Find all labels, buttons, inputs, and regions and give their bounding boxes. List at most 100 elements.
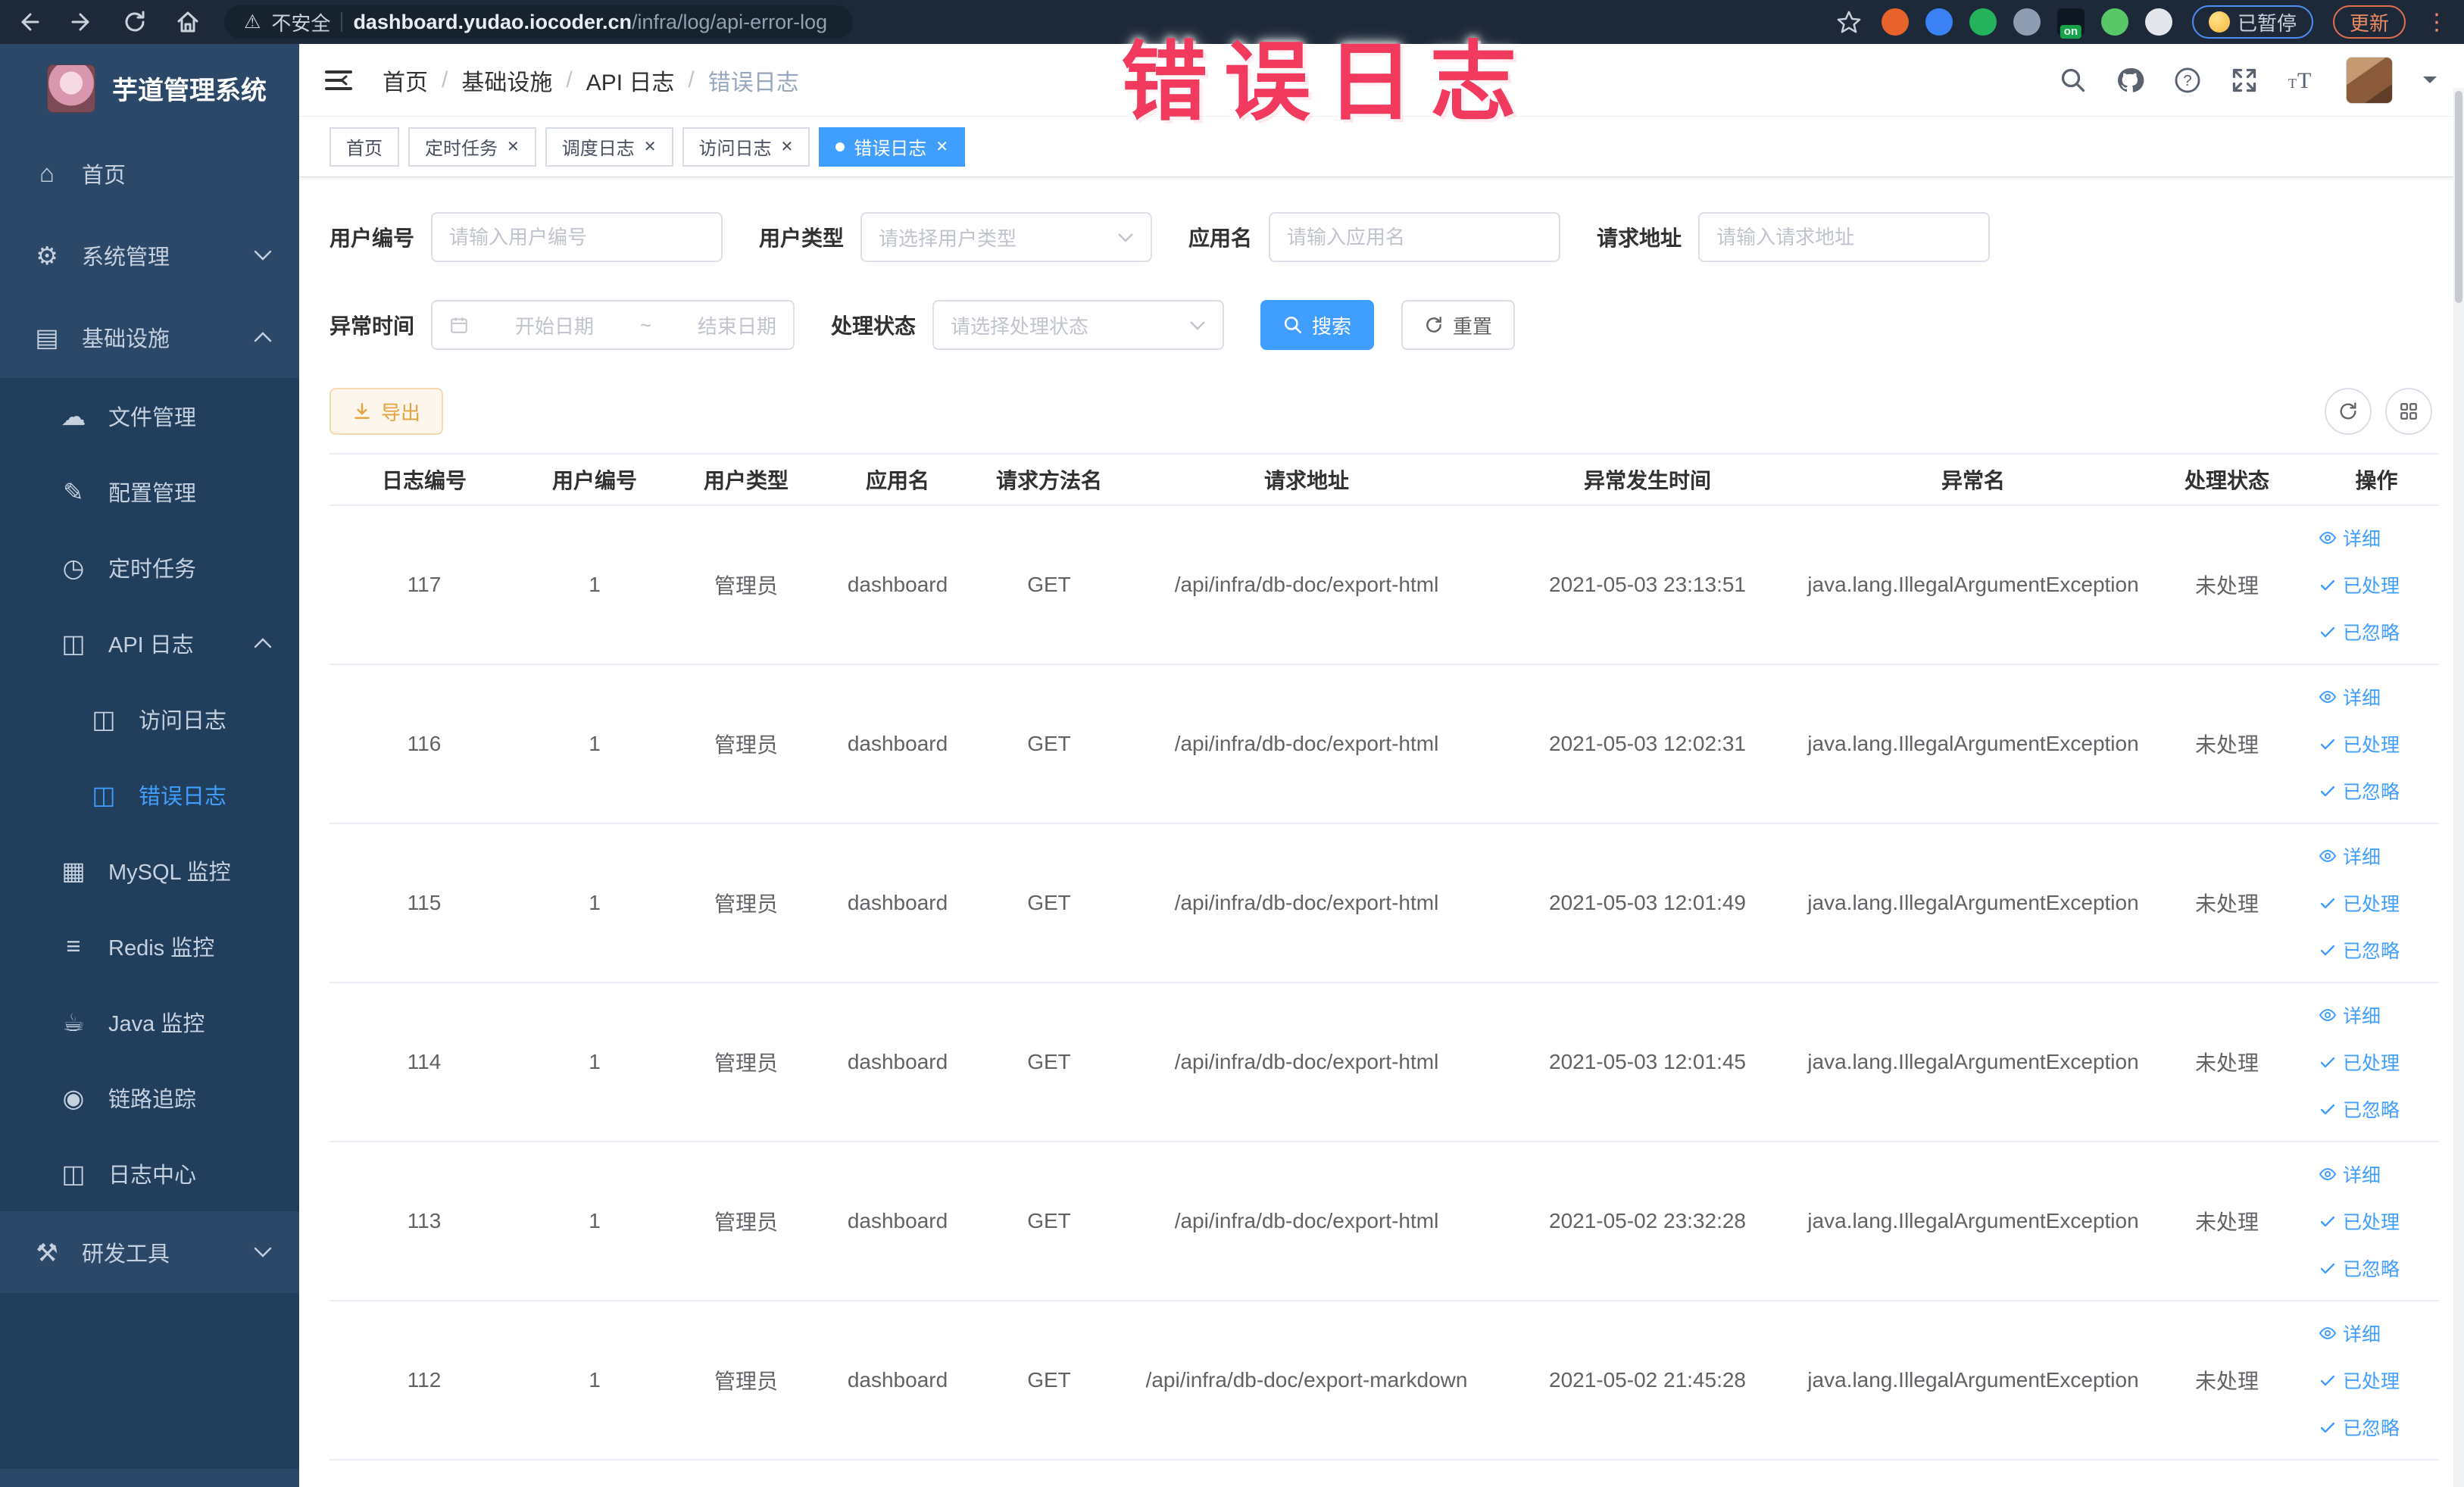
check-icon [2320,1216,2335,1227]
sidebar-item-0[interactable]: ⌂ 首页 [0,133,299,214]
address-bar[interactable]: ⚠ 不安全 dashboard.yudao.iocoder.cn/infra/l… [224,5,853,39]
browser-reload-icon[interactable] [120,7,150,37]
column-settings-button[interactable] [2385,388,2432,435]
sidebar-item-3[interactable]: ☁ 文件管理 [0,378,299,454]
detail-link[interactable]: 详细 [2319,842,2381,870]
mark-ignored-link[interactable]: 已忽略 [2319,777,2400,804]
mark-ignored-link[interactable]: 已忽略 [2319,936,2400,964]
browser-menu-icon[interactable]: ⋮ [2425,9,2449,36]
process-status-select[interactable]: 请选择处理状态 [932,300,1225,350]
redis-icon: ≡ [66,932,81,960]
reset-button[interactable]: 重置 [1401,300,1516,350]
extension-on-badge-icon[interactable]: on [2056,8,2085,39]
browser-back-icon[interactable] [14,7,44,37]
collapse-sidebar-icon[interactable] [323,67,354,93]
close-tag-icon[interactable]: ✕ [644,139,657,155]
user-id-label: 用户编号 [329,226,415,250]
sidebar-item-4[interactable]: ✎ 配置管理 [0,454,299,530]
sidebar-item-10[interactable]: ≡ Redis 监控 [0,908,299,984]
scrollbar-thumb[interactable] [2455,91,2462,303]
cell-user-type: 管理员 [714,574,778,598]
font-size-icon[interactable]: TT [2287,67,2317,94]
extension-orange-icon[interactable] [1881,8,1909,36]
sidebar-item-9[interactable]: ▦ MySQL 监控 [0,833,299,908]
edit-icon: ✎ [63,477,84,506]
extension-green-icon[interactable] [1969,8,1997,36]
tag-view-4[interactable]: 错误日志 ✕ [819,127,966,167]
mark-processed-link[interactable]: 已处理 [2319,730,2400,758]
extension-shield-icon[interactable] [1925,8,1953,36]
tag-views-bar: 首页 ✕ 定时任务 ✕ 调度日志 ✕ 访问日志 ✕ 错误日志 ✕ [299,117,2464,177]
tag-view-2[interactable]: 调度日志 ✕ [545,127,673,167]
exception-time-range-picker[interactable]: 开始日期 ~ 结束日期 [431,300,795,350]
detail-link[interactable]: 详细 [2319,524,2381,551]
close-tag-icon[interactable]: ✕ [935,139,948,155]
extension-leaf-icon[interactable] [2100,8,2128,36]
close-tag-icon[interactable]: ✕ [781,139,794,155]
app-logo[interactable]: 芋道管理系统 [0,44,299,133]
sidebar-item-6[interactable]: ◫ API 日志 [0,605,299,681]
mark-processed-link[interactable]: 已处理 [2319,1207,2400,1235]
github-icon[interactable] [2116,66,2144,95]
breadcrumb-item-0[interactable]: 首页 [383,64,428,97]
user-menu-caret-icon[interactable] [2422,75,2438,86]
search-button[interactable]: 搜索 [1260,300,1375,350]
sidebar-item-1[interactable]: ⚙ 系统管理 [0,214,299,296]
close-tag-icon[interactable]: ✕ [507,139,520,155]
mark-processed-link[interactable]: 已处理 [2319,1048,2400,1076]
detail-link-label: 详细 [2343,847,2381,868]
request-url-input[interactable] [1716,225,1972,249]
refresh-table-button[interactable] [2325,388,2372,435]
app-name-input[interactable] [1287,225,1543,249]
mark-ignored-link[interactable]: 已忽略 [2319,1254,2400,1282]
cell-exception-time: 2021-05-03 12:02:31 [1549,732,1746,755]
mark-processed-label: 已处理 [2343,735,2400,756]
sidebar-item-12[interactable]: ◉ 链路追踪 [0,1060,299,1136]
sidebar-item-7[interactable]: ◫ 访问日志 [0,681,299,757]
mark-processed-link[interactable]: 已处理 [2319,889,2400,917]
detail-link-label: 详细 [2343,688,2381,709]
on-badge-label: on [2060,25,2082,39]
mark-processed-link[interactable]: 已处理 [2319,1367,2400,1394]
mark-processed-link[interactable]: 已处理 [2319,571,2400,598]
profile-paused-badge[interactable]: 已暂停 [2191,5,2313,39]
tag-view-3[interactable]: 访问日志 ✕ [682,127,810,167]
browser-forward-icon[interactable] [67,7,97,37]
cell-log-id: 114 [407,1050,442,1073]
fullscreen-icon[interactable] [2231,67,2258,94]
sidebar-item-14[interactable]: ⚒ 研发工具 [0,1211,299,1293]
export-button[interactable]: 导出 [329,388,444,435]
tag-view-1[interactable]: 定时任务 ✕ [408,127,536,167]
cell-app-name: dashboard [847,573,948,596]
detail-link[interactable]: 详细 [2319,1320,2381,1347]
extension-puzzle-icon[interactable] [2144,8,2172,36]
cell-exception-name: java.lang.IllegalArgumentException [1807,891,2139,914]
breadcrumb-item-1[interactable]: 基础设施 [461,64,552,97]
browser-home-icon[interactable] [173,7,203,37]
column-header-6: 异常发生时间 [1583,469,1711,492]
user-type-select[interactable]: 请选择用户类型 [860,212,1153,262]
breadcrumb-item-2[interactable]: API 日志 [586,64,675,97]
window-scrollbar[interactable] [2453,88,2464,1487]
sidebar-item-8[interactable]: ◫ 错误日志 [0,757,299,833]
sidebar-item-5[interactable]: ◷ 定时任务 [0,530,299,605]
sidebar-item-11[interactable]: ☕ Java 监控 [0,984,299,1060]
sidebar-item-13[interactable]: ◫ 日志中心 [0,1136,299,1211]
mark-ignored-link[interactable]: 已忽略 [2319,1414,2400,1441]
mark-ignored-link[interactable]: 已忽略 [2319,1095,2400,1123]
detail-link[interactable]: 详细 [2319,1161,2381,1188]
browser-update-button[interactable]: 更新 [2332,5,2406,39]
detail-link[interactable]: 详细 [2319,1001,2381,1029]
bookmark-star-icon[interactable] [1836,9,1862,35]
detail-link[interactable]: 详细 [2319,683,2381,711]
user-id-input[interactable] [449,225,705,249]
user-avatar[interactable] [2346,56,2393,104]
sidebar-item-2[interactable]: ▤ 基础设施 [0,296,299,378]
mark-ignored-link[interactable]: 已忽略 [2319,618,2400,645]
tag-view-0[interactable]: 首页 ✕ [329,127,399,167]
column-header-2: 用户类型 [703,469,789,492]
extension-grid-icon[interactable] [2013,8,2041,36]
search-icon[interactable] [2060,67,2087,94]
help-icon[interactable]: ? [2173,66,2202,95]
eye-icon [2319,531,2337,545]
